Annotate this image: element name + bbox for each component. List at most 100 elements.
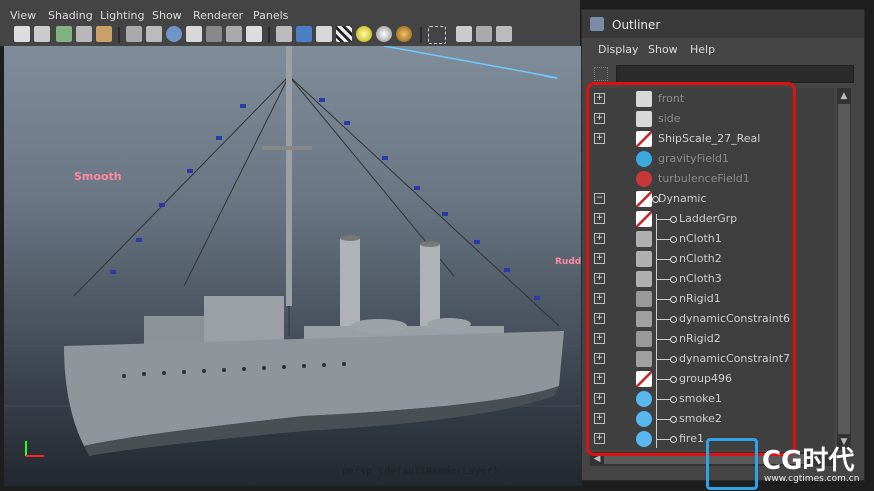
outliner-item-label: nCloth1: [679, 232, 722, 245]
outliner-title-bar[interactable]: Outliner: [582, 10, 864, 38]
expand-icon[interactable]: +: [594, 113, 605, 124]
menu-renderer[interactable]: Renderer: [193, 9, 243, 22]
menu-lighting[interactable]: Lighting: [100, 9, 144, 22]
outliner-title: Outliner: [612, 18, 661, 32]
sphere-gold-icon[interactable]: [396, 26, 412, 42]
grid-icon[interactable]: [96, 26, 112, 42]
outliner-item-label: smoke1: [679, 392, 722, 405]
outliner-item[interactable]: + dynamicConstraint6: [590, 309, 834, 329]
expand-icon[interactable]: +: [594, 233, 605, 244]
cube-blue-icon[interactable]: [296, 26, 312, 42]
outliner-item[interactable]: − Dynamic: [590, 189, 834, 209]
checker-icon[interactable]: [336, 26, 352, 42]
wireframe-icon[interactable]: [126, 26, 142, 42]
outliner-item-label: dynamicConstraint6: [679, 312, 791, 325]
outliner-menubar: Display Show Help: [582, 39, 864, 61]
expand-icon[interactable]: +: [594, 133, 605, 144]
ncloth-icon: [636, 271, 652, 287]
expand-icon[interactable]: +: [594, 433, 605, 444]
hierarchy-node-icon: [670, 316, 677, 323]
outliner-item[interactable]: + nCloth1: [590, 229, 834, 249]
expand-icon[interactable]: +: [594, 313, 605, 324]
text-t-icon[interactable]: [246, 26, 262, 42]
camera-select-icon[interactable]: [14, 26, 30, 42]
outliner-item[interactable]: + front: [590, 89, 834, 109]
outliner-window: Outliner Display Show Help + front + side + S…: [581, 9, 865, 481]
expand-icon[interactable]: +: [594, 213, 605, 224]
image-plane-icon[interactable]: [76, 26, 92, 42]
menu-show-outliner[interactable]: Show: [648, 43, 678, 56]
smooth-annotation: Smooth: [74, 170, 122, 183]
expand-icon[interactable]: +: [594, 293, 605, 304]
outliner-item[interactable]: + nCloth2: [590, 249, 834, 269]
lighting-icon[interactable]: [206, 26, 222, 42]
menu-show[interactable]: Show: [152, 9, 182, 22]
outliner-item[interactable]: + nRigid2: [590, 329, 834, 349]
select-tool-icon[interactable]: [428, 26, 446, 44]
viewport-persp[interactable]: Smooth Rudder persp (defaultRenderLayer): [4, 46, 582, 486]
outliner-item[interactable]: gravityField1: [590, 149, 834, 169]
expand-icon[interactable]: +: [594, 333, 605, 344]
outliner-item[interactable]: + nCloth3: [590, 269, 834, 289]
expand-icon[interactable]: +: [594, 373, 605, 384]
shadows-icon[interactable]: [226, 26, 242, 42]
watermark-brand: CG时代: [762, 446, 855, 476]
outliner-item[interactable]: turbulenceField1: [590, 169, 834, 189]
menu-panels[interactable]: Panels: [253, 9, 288, 22]
outliner-item[interactable]: + group496: [590, 369, 834, 389]
light-bulb-icon[interactable]: [356, 26, 372, 42]
outliner-item[interactable]: + dynamicConstraint7: [590, 349, 834, 369]
vertical-scrollbar[interactable]: ▲ ▼: [837, 88, 851, 450]
outliner-item[interactable]: + LadderGrp: [590, 209, 834, 229]
vertical-scroll-thumb[interactable]: [838, 104, 850, 434]
gravity-field-icon: [636, 151, 652, 167]
ncloth-icon: [636, 251, 652, 267]
menu-shading[interactable]: Shading: [48, 9, 93, 22]
outliner-item-label: Dynamic: [658, 192, 707, 205]
collapse-icon[interactable]: −: [594, 193, 605, 204]
isolate-cube-icon[interactable]: [276, 26, 292, 42]
scroll-up-icon[interactable]: ▲: [838, 90, 850, 102]
search-input[interactable]: [616, 65, 854, 83]
outliner-item-label: nRigid2: [679, 332, 721, 345]
outliner-item[interactable]: + ShipScale_27_Real: [590, 129, 834, 149]
camera-icon: [636, 91, 652, 107]
outliner-item[interactable]: + side: [590, 109, 834, 129]
filter-icon[interactable]: [594, 67, 608, 81]
expand-icon[interactable]: +: [594, 413, 605, 424]
expand-icon[interactable]: +: [594, 273, 605, 284]
outliner-list: + front + side + ShipScale_27_Real gravityFiel…: [590, 88, 834, 450]
nrigid-icon: [636, 291, 652, 307]
nrigid-icon: [636, 331, 652, 347]
camera-attributes-icon[interactable]: [34, 26, 50, 42]
outliner-item[interactable]: + smoke2: [590, 409, 834, 429]
expand-icon[interactable]: +: [594, 253, 605, 264]
rudder-annotation: Rudder: [555, 257, 582, 267]
outliner-item[interactable]: + nRigid1: [590, 289, 834, 309]
cube-white-icon[interactable]: [316, 26, 332, 42]
expand-icon[interactable]: +: [594, 353, 605, 364]
outliner-item-label: front: [658, 92, 685, 105]
hierarchy-vertical-line: [656, 214, 657, 448]
sphere-white-icon[interactable]: [376, 26, 392, 42]
hierarchy-node-icon: [670, 256, 677, 263]
scroll-left-icon[interactable]: ◀: [591, 453, 603, 465]
outliner-item-label: nCloth2: [679, 252, 722, 265]
ship-scene: [4, 46, 582, 457]
camera-icon: [636, 111, 652, 127]
menu-view[interactable]: View: [10, 9, 36, 22]
expand-icon[interactable]: +: [594, 93, 605, 104]
menu-display[interactable]: Display: [598, 43, 639, 56]
wire-cube-icon[interactable]: [456, 26, 472, 42]
hierarchy-node-icon: [670, 416, 677, 423]
textured-icon[interactable]: [186, 26, 202, 42]
ncloth-icon: [636, 231, 652, 247]
outliner-item[interactable]: + smoke1: [590, 389, 834, 409]
bookmark-icon[interactable]: [56, 26, 72, 42]
menu-help[interactable]: Help: [690, 43, 715, 56]
smooth-shade-icon[interactable]: [146, 26, 162, 42]
share-icon[interactable]: [496, 26, 512, 42]
expand-icon[interactable]: +: [594, 393, 605, 404]
shaded-sphere-icon[interactable]: [166, 26, 182, 42]
xray-icon[interactable]: [476, 26, 492, 42]
